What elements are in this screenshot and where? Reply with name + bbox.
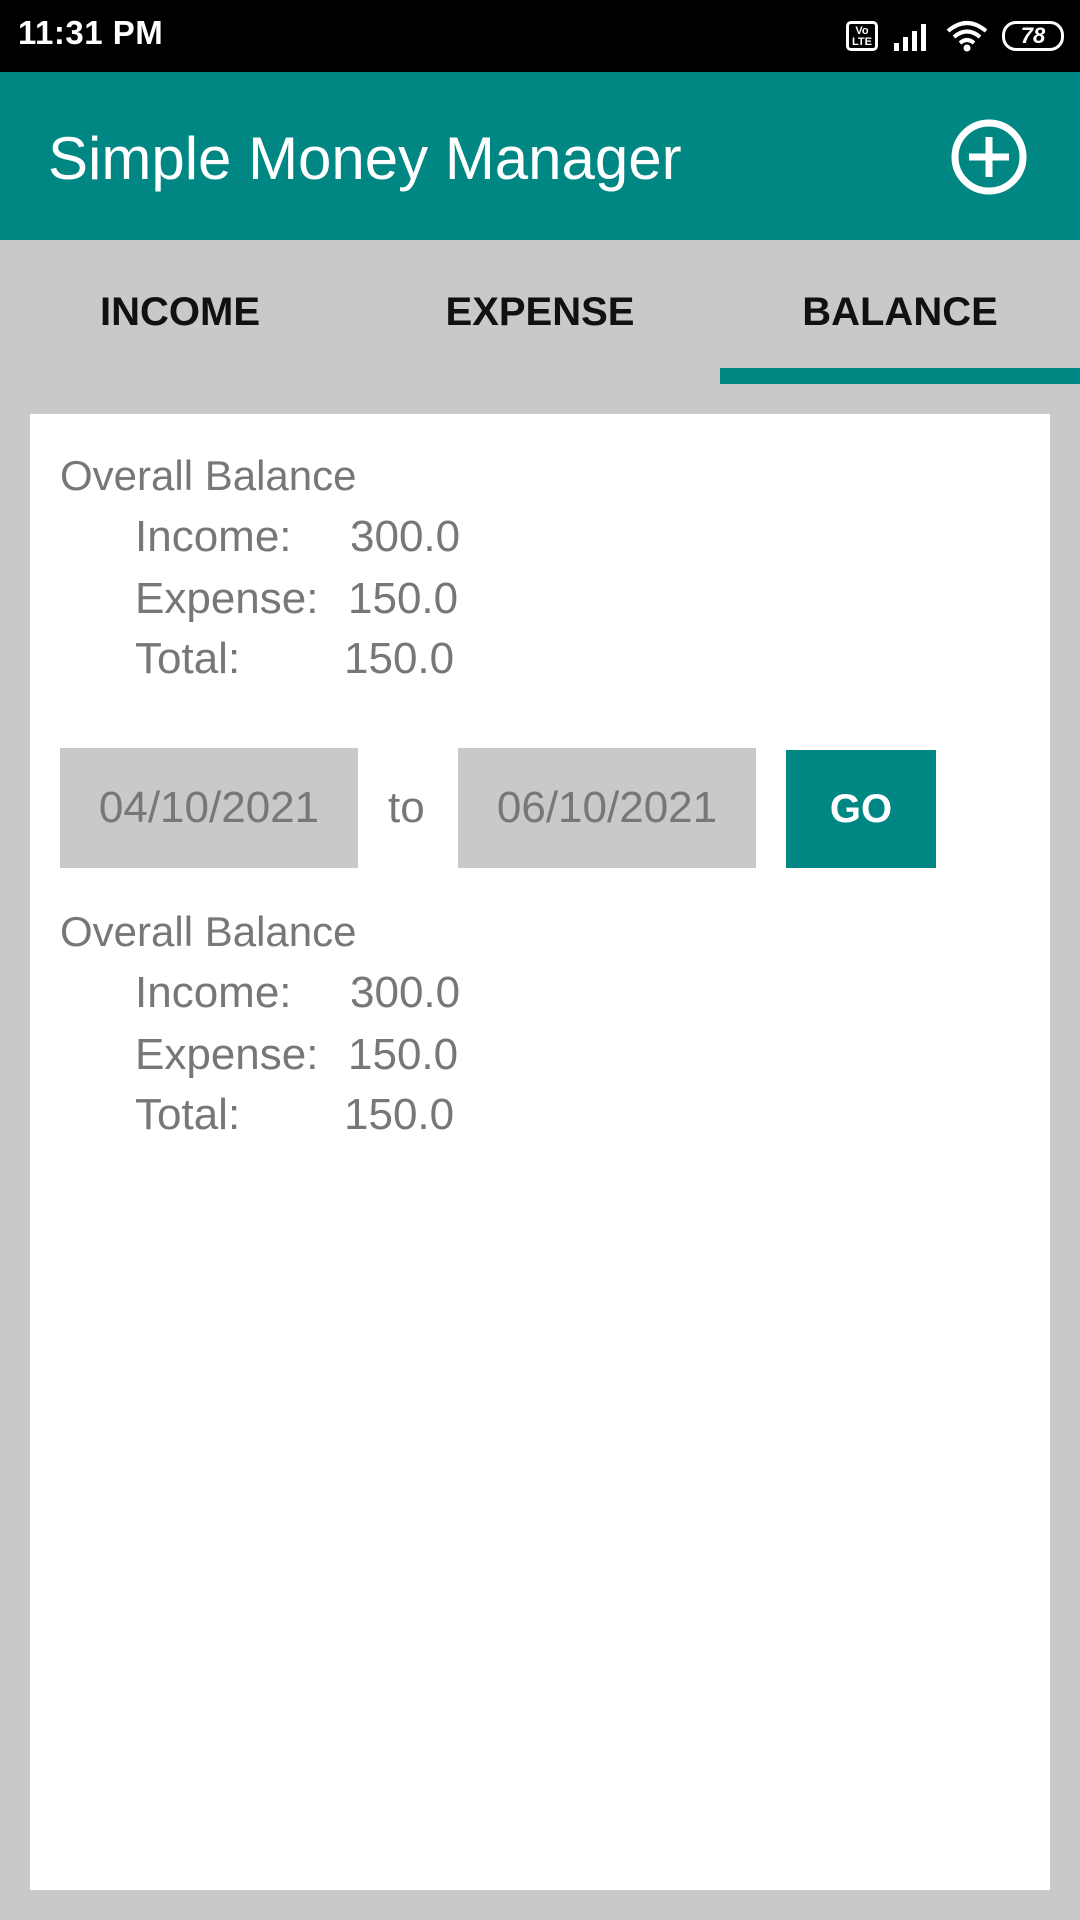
status-time: 11:31 PM — [18, 14, 164, 51]
from-date-field[interactable]: 04/10/2021 — [60, 748, 358, 868]
overall-income-label: Income: — [135, 512, 292, 561]
tab-expense[interactable]: EXPENSE — [360, 240, 720, 384]
volte-line-2: LTE — [852, 36, 872, 48]
overall-expense-label: Expense: — [135, 574, 319, 623]
overall-total-value: 150.0 — [344, 634, 455, 683]
range-expense-value: 150.0 — [348, 1030, 459, 1079]
app-bar: Simple Money Manager — [0, 72, 1080, 240]
add-circle-icon — [951, 119, 1027, 195]
range-expense-label: Expense: — [135, 1030, 319, 1079]
status-bar: 11:31 PM Vo LTE 78 — [0, 0, 1080, 72]
volte-icon: Vo LTE — [846, 21, 878, 51]
add-button[interactable] — [950, 118, 1028, 196]
to-date-field[interactable]: 06/10/2021 — [458, 748, 756, 868]
wifi-icon — [946, 21, 988, 52]
tab-income[interactable]: INCOME — [0, 240, 360, 384]
app-title: Simple Money Manager — [48, 125, 682, 192]
range-balance-title: Overall Balance — [60, 908, 357, 955]
battery-level: 78 — [1020, 23, 1046, 48]
range-income-label: Income: — [135, 968, 292, 1017]
overall-balance-title: Overall Balance — [60, 452, 357, 499]
tab-balance[interactable]: BALANCE — [720, 240, 1080, 384]
overall-expense-value: 150.0 — [348, 574, 459, 623]
tab-bar: INCOME EXPENSE BALANCE — [0, 240, 1080, 384]
range-income-value: 300.0 — [350, 968, 461, 1017]
selected-tab-indicator — [720, 368, 1080, 384]
go-button[interactable]: GO — [786, 750, 936, 868]
signal-icon — [894, 24, 926, 51]
to-label: to — [388, 783, 425, 832]
status-icons: Vo LTE 78 — [846, 16, 1064, 56]
overall-income-value: 300.0 — [350, 512, 461, 561]
battery-icon: 78 — [1002, 21, 1064, 51]
range-total-label: Total: — [135, 1090, 241, 1139]
overall-total-label: Total: — [135, 634, 241, 683]
range-total-value: 150.0 — [344, 1090, 455, 1139]
balance-card: Overall Balance Income: 300.0 Expense: 1… — [30, 414, 1050, 1890]
